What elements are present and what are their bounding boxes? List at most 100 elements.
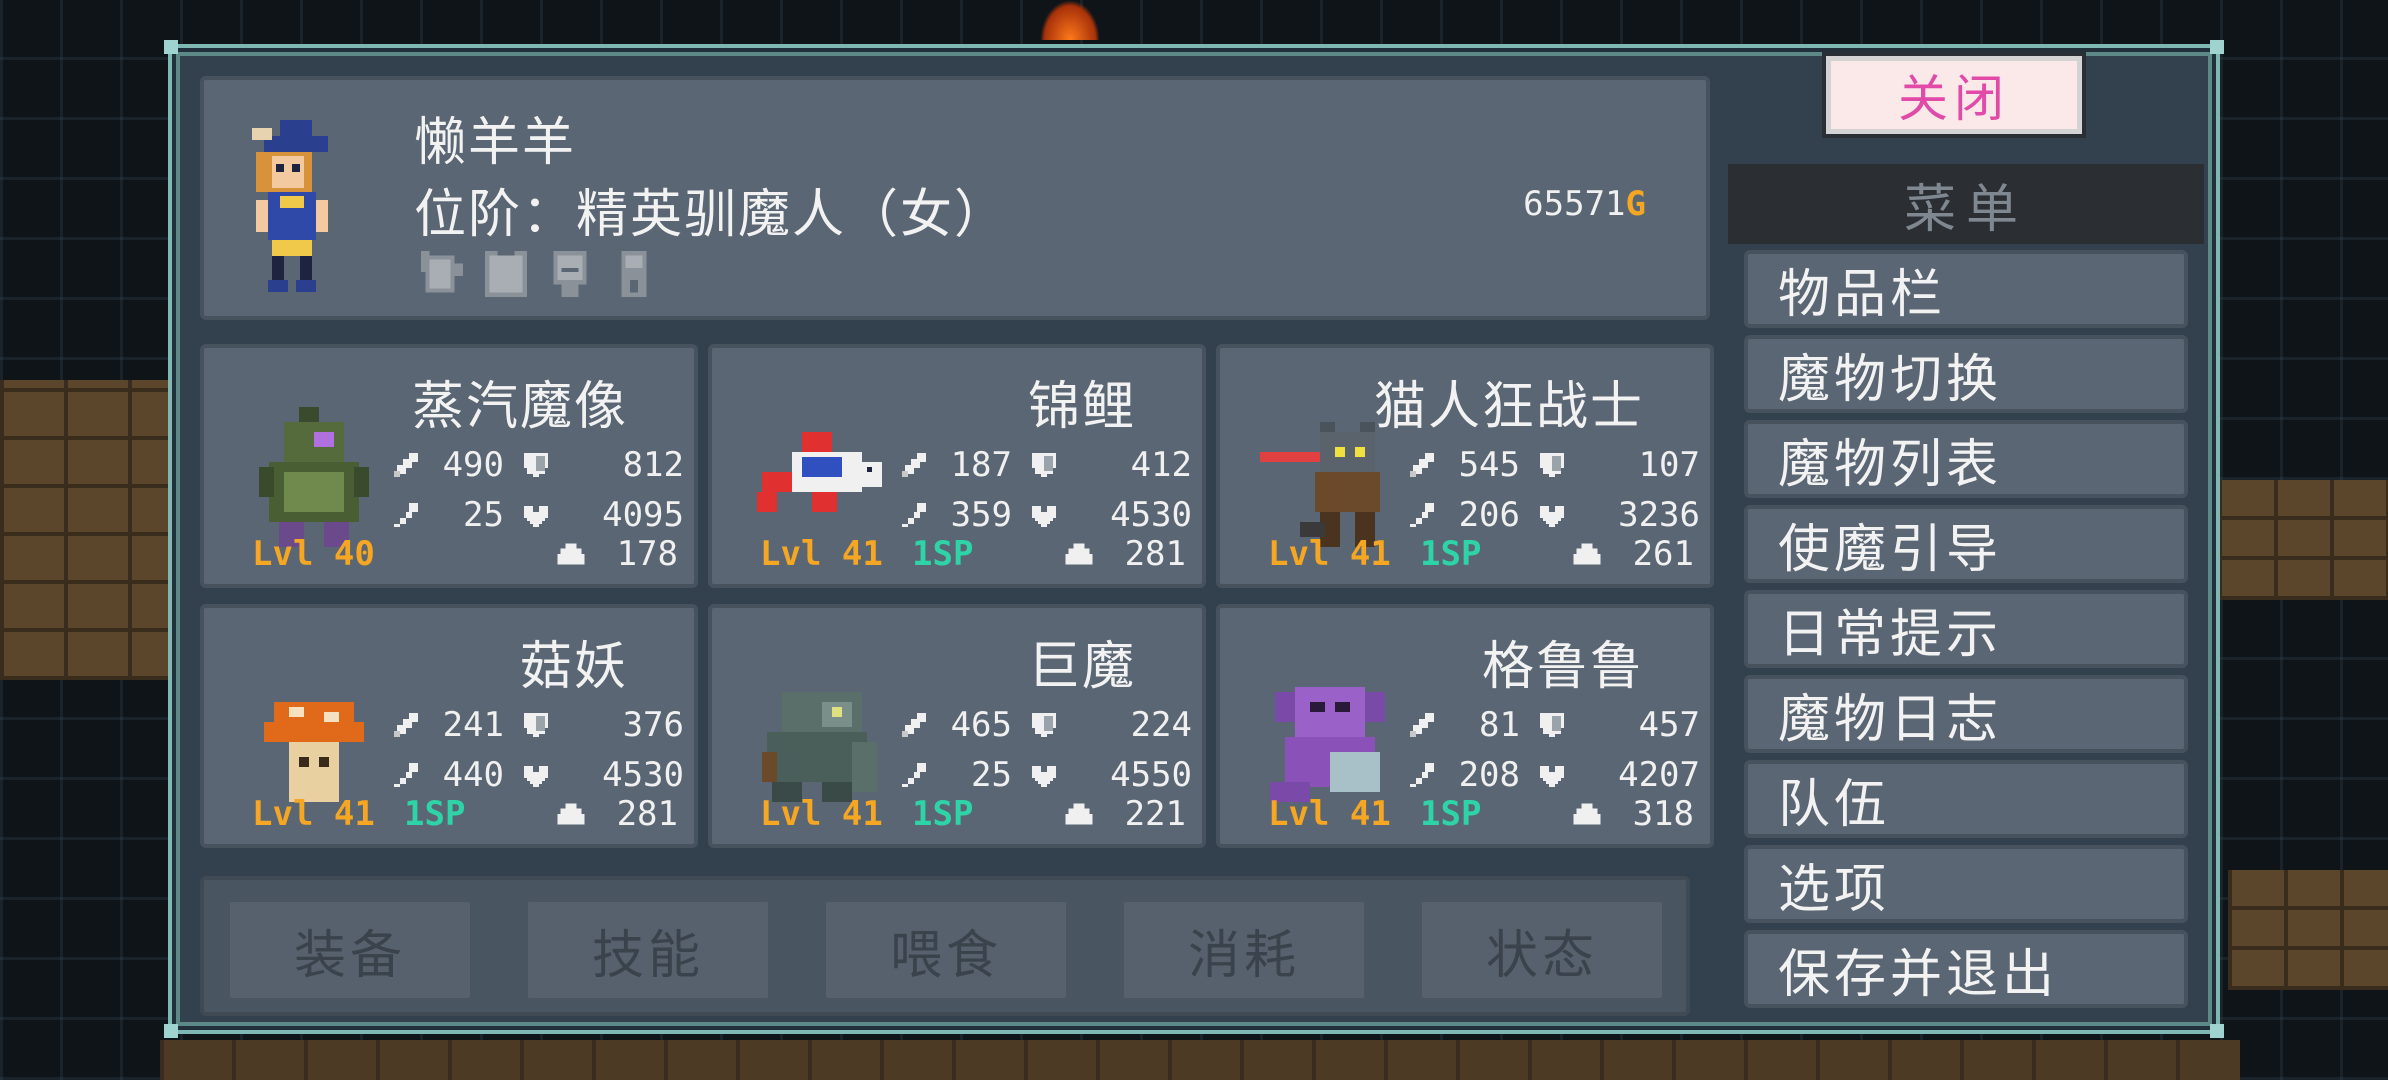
koi-fish-sprite: [757, 432, 882, 512]
wand-icon: [1404, 498, 1440, 532]
skills-button[interactable]: 技能: [524, 898, 772, 1002]
heart-icon: [1026, 498, 1062, 532]
defense-value: 457: [1638, 705, 1700, 745]
monster-card[interactable]: 锦鲤 187 412 359 4530 Lvl 41 1SP 281: [708, 344, 1206, 588]
food-stat: 281: [1063, 534, 1186, 574]
food-value: 281: [616, 794, 678, 834]
food-value: 261: [1632, 534, 1694, 574]
attack-value: 187: [950, 445, 1012, 485]
wand-icon: [896, 758, 932, 792]
monster-level: Lvl 41: [760, 794, 883, 834]
sword-icon: [1404, 448, 1440, 482]
magic-value: 208: [1458, 755, 1520, 795]
food-stat: 281: [555, 794, 678, 834]
consume-button[interactable]: 消耗: [1120, 898, 1368, 1002]
sword-icon: [388, 708, 424, 742]
monster-action-bar: 装备 技能 喂食 消耗 状态: [200, 876, 1690, 1016]
monster-stats: 490 812 25 4095: [388, 440, 688, 540]
defense-value: 224: [1130, 705, 1192, 745]
food-stat: 178: [555, 534, 678, 574]
menu-item-familiar-guide[interactable]: 使魔引导: [1744, 505, 2188, 583]
monster-skill-points: 1SP: [1420, 794, 1482, 834]
food-stat: 318: [1571, 794, 1694, 834]
defense-value: 376: [622, 705, 684, 745]
monster-stats: 465 224 25 4550: [896, 700, 1196, 800]
panel-corner: [2210, 1024, 2224, 1038]
shield-icon: [518, 448, 554, 482]
magic-value: 25: [463, 495, 504, 535]
attack-value: 81: [1479, 705, 1520, 745]
brick-floor: [160, 1040, 2240, 1080]
food-bowl-icon: [1573, 543, 1600, 565]
menu-item-party[interactable]: 队伍: [1744, 760, 2188, 838]
wand-icon: [388, 758, 424, 792]
monster-card[interactable]: 菇妖 241 376 440 4530 Lvl 41 1SP 281: [200, 604, 698, 848]
menu-item-monster-journal[interactable]: 魔物日志: [1744, 675, 2188, 753]
food-bowl-icon: [1065, 543, 1092, 565]
monster-level: Lvl 41: [1268, 534, 1391, 574]
panel-corner: [2210, 40, 2224, 54]
monster-stats: 241 376 440 4530: [388, 700, 688, 800]
heart-icon: [1026, 758, 1062, 792]
sword-icon: [896, 448, 932, 482]
food-bowl-icon: [1573, 803, 1600, 825]
hp-value: 3236: [1618, 495, 1700, 535]
menu-item-save-and-quit[interactable]: 保存并退出: [1744, 930, 2188, 1008]
monster-skill-points: 1SP: [404, 794, 466, 834]
monster-card[interactable]: 格鲁鲁 81 457 208 4207 Lvl 41 1SP 318: [1216, 604, 1714, 848]
monster-level: Lvl 41: [760, 534, 883, 574]
status-button[interactable]: 状态: [1418, 898, 1666, 1002]
panel-corner: [164, 1024, 178, 1038]
monster-level: Lvl 41: [252, 794, 375, 834]
menu-item-options[interactable]: 选项: [1744, 845, 2188, 923]
armor-icon[interactable]: [480, 246, 532, 302]
shield-icon: [518, 708, 554, 742]
heart-icon: [518, 758, 554, 792]
torch-fire: [1040, 0, 1100, 40]
monster-level: Lvl 41: [1268, 794, 1391, 834]
feed-button[interactable]: 喂食: [822, 898, 1070, 1002]
defense-value: 812: [622, 445, 684, 485]
heart-icon: [1534, 498, 1570, 532]
monster-skill-points: 1SP: [912, 534, 974, 574]
hp-value: 4207: [1618, 755, 1700, 795]
wand-icon: [896, 498, 932, 532]
wand-icon: [1404, 758, 1440, 792]
menu-item-inventory[interactable]: 物品栏: [1744, 250, 2188, 328]
heart-icon: [1534, 758, 1570, 792]
player-keeper-sprite: [252, 120, 328, 292]
attack-value: 545: [1458, 445, 1520, 485]
equip-button[interactable]: 装备: [226, 898, 474, 1002]
sword-icon: [1404, 708, 1440, 742]
brick-wall-right: [2218, 480, 2388, 600]
monster-card[interactable]: 猫人狂战士 545 107 206 3236 Lvl 41 1SP 261: [1216, 344, 1714, 588]
food-bowl-icon: [1065, 803, 1092, 825]
steam-golem-sprite: [259, 407, 369, 547]
monster-card[interactable]: 巨魔 465 224 25 4550 Lvl 41 1SP 221: [708, 604, 1206, 848]
brick-wall-right-lower: [2228, 870, 2388, 990]
sword-icon: [896, 708, 932, 742]
hp-value: 4530: [1110, 495, 1192, 535]
player-rank: 位阶：精英驯魔人（女）: [414, 185, 1009, 245]
food-value: 318: [1632, 794, 1694, 834]
panel-corner: [164, 40, 178, 54]
equipment-slots: [416, 246, 660, 302]
player-name: 懒羊羊: [414, 113, 577, 173]
menu-item-monster-list[interactable]: 魔物列表: [1744, 420, 2188, 498]
ring-icon[interactable]: [608, 246, 660, 302]
shield-icon: [1534, 448, 1570, 482]
defense-value: 412: [1130, 445, 1192, 485]
helmet-icon[interactable]: [544, 246, 596, 302]
close-button[interactable]: 关闭: [1822, 52, 2086, 138]
menu-item-switch-monster[interactable]: 魔物切换: [1744, 335, 2188, 413]
heart-icon: [518, 498, 554, 532]
cat-berserker-sprite: [1260, 422, 1380, 547]
glove-icon[interactable]: [416, 246, 468, 302]
food-stat: 261: [1571, 534, 1694, 574]
player-info-card: 懒羊羊 位阶：精英驯魔人（女） 65571G: [200, 76, 1710, 320]
monster-card[interactable]: 蒸汽魔像 490 812 25 4095 Lvl 40 178: [200, 344, 698, 588]
defense-value: 107: [1638, 445, 1700, 485]
wand-icon: [388, 498, 424, 532]
menu-item-daily-tips[interactable]: 日常提示: [1744, 590, 2188, 668]
magic-value: 25: [971, 755, 1012, 795]
